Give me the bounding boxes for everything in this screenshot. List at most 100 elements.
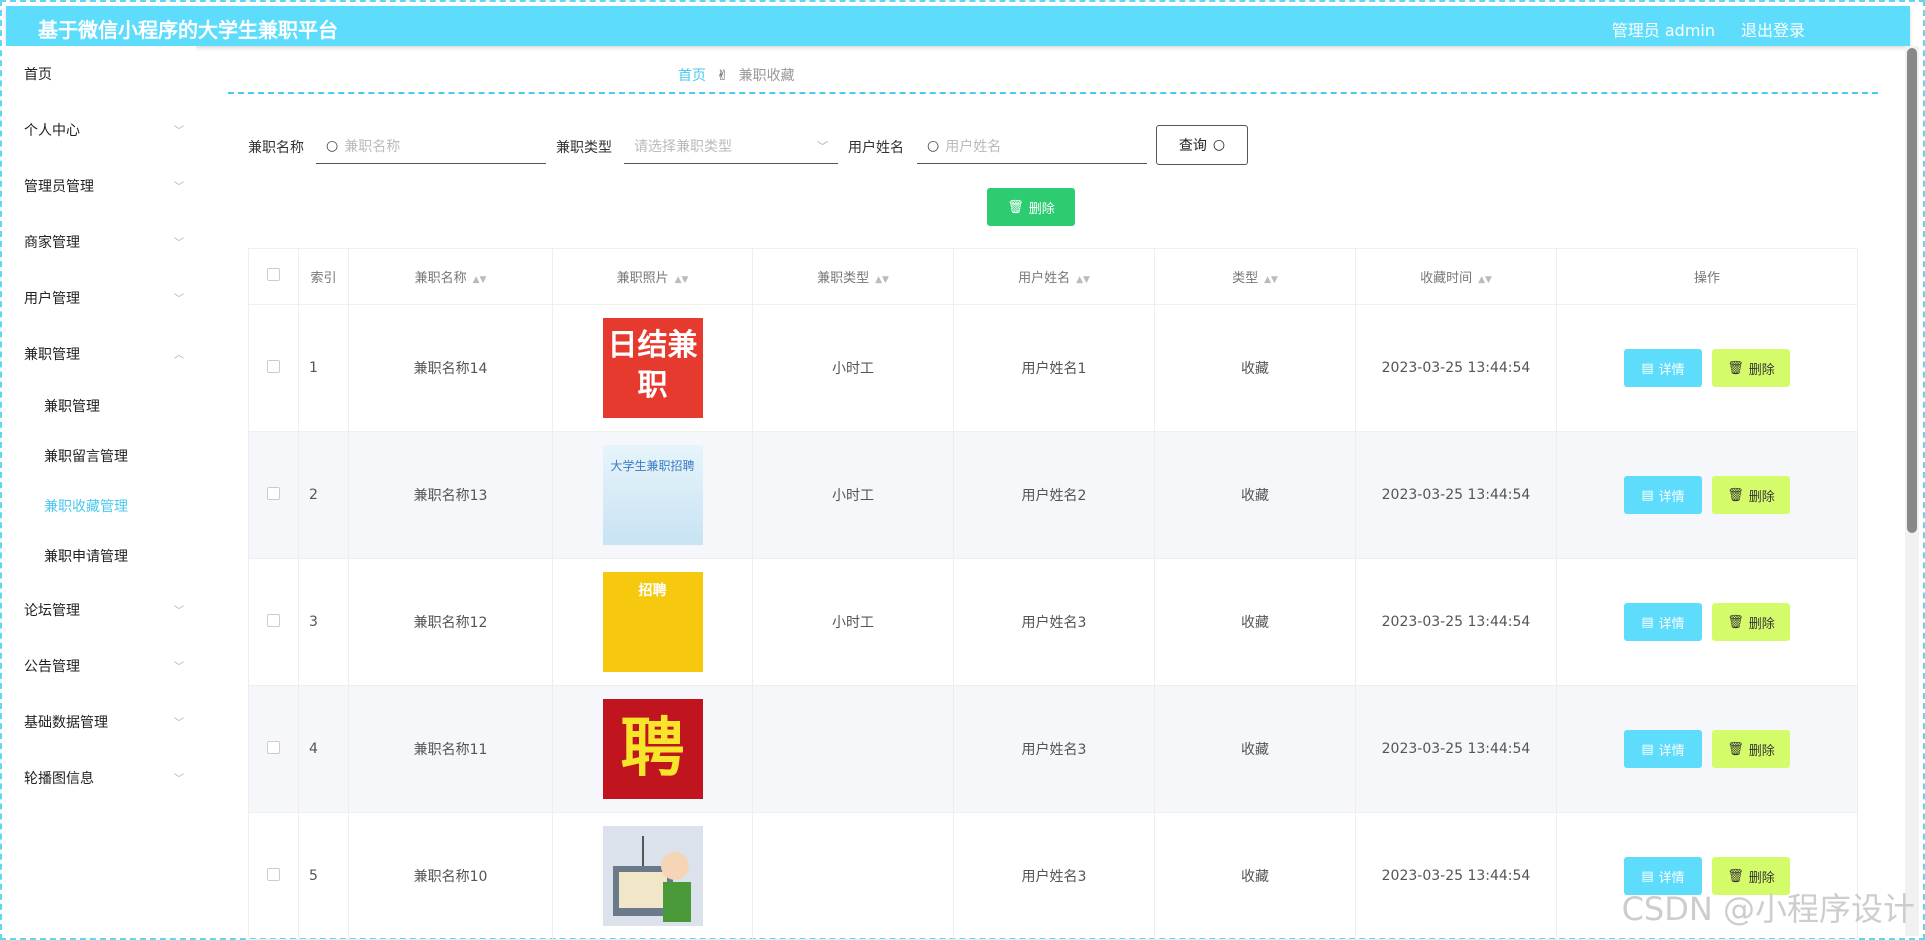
sort-icon[interactable]: ▲▼ bbox=[473, 275, 487, 285]
header-actions: 操作 bbox=[1556, 248, 1858, 305]
sidebar-subitem-job-comments[interactable]: 兼职留言管理 bbox=[44, 446, 128, 466]
row-name: 兼职名称11 bbox=[348, 685, 553, 813]
delete-button[interactable]: 🗑 删除 bbox=[1712, 730, 1790, 768]
sidebar-subitem-jobs[interactable]: 兼职管理 bbox=[44, 396, 100, 416]
job-photo[interactable] bbox=[602, 826, 703, 926]
sidebar-item-users[interactable]: 用户管理 ﹀ bbox=[24, 288, 194, 308]
sidebar-item-label: 公告管理 bbox=[24, 659, 80, 675]
chevron-down-icon: ﹀ bbox=[817, 139, 828, 153]
sort-icon[interactable]: ▲▼ bbox=[1264, 275, 1278, 285]
sort-icon[interactable]: ▲▼ bbox=[875, 275, 889, 285]
sidebar-item-personal[interactable]: 个人中心 ﹀ bbox=[24, 120, 194, 140]
sidebar-item-base-data[interactable]: 基础数据管理 ﹀ bbox=[24, 712, 194, 732]
sidebar-subitem-job-applications[interactable]: 兼职申请管理 bbox=[44, 546, 128, 566]
row-time: 2023-03-25 13:44:54 bbox=[1355, 685, 1557, 813]
detail-button[interactable]: ▤ 详情 bbox=[1624, 476, 1702, 514]
row-kind: 收藏 bbox=[1154, 685, 1356, 813]
row-photo-cell: 聘 bbox=[552, 685, 753, 813]
row-checkbox[interactable] bbox=[267, 740, 280, 754]
sidebar-item-label: 轮播图信息 bbox=[24, 771, 94, 787]
sidebar: 首页 个人中心 ﹀ 管理员管理 ﹀ 商家管理 ﹀ 用户管理 ﹀ 兼职管理 ︿ 兼职管理 兼… bbox=[6, 46, 196, 936]
query-button[interactable]: 查询 ○ bbox=[1156, 125, 1248, 165]
watermark: CSDN @小程序设计 bbox=[1621, 890, 1915, 928]
name-search-placeholder: 兼职名称 bbox=[344, 138, 401, 155]
detail-button[interactable]: ▤ 详情 bbox=[1624, 730, 1702, 768]
row-actions: ▤ 详情 🗑 删除 bbox=[1556, 304, 1858, 432]
table-row: 2 兼职名称13 大学生兼职招聘 小时工 用户姓名2 收藏 2023-03-25… bbox=[248, 431, 1858, 559]
job-photo-text: 招聘 bbox=[638, 583, 667, 599]
detail-button[interactable]: ▤ 详情 bbox=[1624, 603, 1702, 641]
logout-button[interactable]: 退出登录 bbox=[1741, 17, 1805, 41]
breadcrumb-home[interactable]: 首页 bbox=[678, 68, 706, 84]
sidebar-item-carousel[interactable]: 轮播图信息 ﹀ bbox=[24, 768, 194, 788]
sort-icon[interactable]: ▲▼ bbox=[675, 275, 689, 285]
chevron-down-icon: ﹀ bbox=[174, 718, 184, 729]
header-photo[interactable]: 兼职照片 ▲▼ bbox=[552, 248, 753, 305]
name-search-input[interactable]: ○ 兼职名称 bbox=[316, 128, 546, 164]
row-checkbox[interactable] bbox=[267, 867, 280, 881]
sidebar-item-home[interactable]: 首页 bbox=[24, 64, 194, 84]
sidebar-item-merchants[interactable]: 商家管理 ﹀ bbox=[24, 232, 194, 252]
row-type: 小时工 bbox=[752, 304, 954, 432]
job-photo[interactable]: 招聘 bbox=[602, 572, 703, 672]
row-actions: ▤ 详情 🗑 删除 bbox=[1556, 558, 1858, 686]
chevron-down-icon: ﹀ bbox=[174, 662, 184, 673]
favorites-table: 索引 兼职名称 ▲▼ 兼职照片 ▲▼ 兼职类型 ▲▼ 用户姓名 ▲▼ 类型 ▲▼ 收藏时间… bbox=[248, 248, 1858, 940]
sidebar-subitem-job-favorites[interactable]: 兼职收藏管理 bbox=[44, 496, 128, 516]
trash-icon: 🗑 bbox=[1727, 868, 1744, 884]
sidebar-item-jobs[interactable]: 兼职管理 ︿ bbox=[24, 344, 194, 364]
table-row: 5 兼职名称10 用户姓名3 收藏 2023-03-25 13:44:54 ▤ 详… bbox=[248, 812, 1858, 940]
bulk-delete-button[interactable]: 🗑 删除 bbox=[987, 188, 1075, 226]
document-icon: ▤ bbox=[1641, 614, 1654, 630]
row-checkbox[interactable] bbox=[267, 613, 280, 627]
row-checkbox[interactable] bbox=[267, 359, 280, 373]
header-type[interactable]: 兼职类型 ▲▼ bbox=[752, 248, 954, 305]
delete-button[interactable]: 🗑 删除 bbox=[1712, 349, 1790, 387]
header-name[interactable]: 兼职名称 ▲▼ bbox=[348, 248, 553, 305]
header-label: 兼职名称 bbox=[414, 271, 467, 286]
header-label: 收藏时间 bbox=[1420, 271, 1473, 286]
row-name: 兼职名称14 bbox=[348, 304, 553, 432]
header-user[interactable]: 用户姓名 ▲▼ bbox=[953, 248, 1155, 305]
delete-button[interactable]: 🗑 删除 bbox=[1712, 476, 1790, 514]
table-row: 4 兼职名称11 聘 用户姓名3 收藏 2023-03-25 13:44:54 … bbox=[248, 685, 1858, 813]
detail-button[interactable]: ▤ 详情 bbox=[1624, 349, 1702, 387]
type-select[interactable]: 请选择兼职类型 ﹀ bbox=[624, 128, 838, 164]
table-header-row: 索引 兼职名称 ▲▼ 兼职照片 ▲▼ 兼职类型 ▲▼ 用户姓名 ▲▼ 类型 ▲▼ 收藏时间… bbox=[248, 248, 1858, 305]
row-time: 2023-03-25 13:44:54 bbox=[1355, 431, 1557, 559]
row-kind: 收藏 bbox=[1154, 812, 1356, 940]
sidebar-item-admins[interactable]: 管理员管理 ﹀ bbox=[24, 176, 194, 196]
row-user: 用户姓名3 bbox=[953, 685, 1155, 813]
user-search-placeholder: 用户姓名 bbox=[945, 138, 1002, 155]
row-user: 用户姓名3 bbox=[953, 558, 1155, 686]
row-photo-cell: 日结兼职 bbox=[552, 304, 753, 432]
user-search-input[interactable]: ○ 用户姓名 bbox=[917, 128, 1147, 164]
select-all-checkbox[interactable] bbox=[267, 268, 280, 281]
header-time[interactable]: 收藏时间 ▲▼ bbox=[1355, 248, 1557, 305]
job-photo[interactable]: 日结兼职 bbox=[602, 318, 703, 418]
row-index: 2 bbox=[298, 431, 349, 559]
header-kind[interactable]: 类型 ▲▼ bbox=[1154, 248, 1356, 305]
divider bbox=[228, 92, 1878, 94]
row-checkbox-cell bbox=[248, 431, 299, 559]
sort-icon[interactable]: ▲▼ bbox=[1076, 275, 1090, 285]
row-checkbox[interactable] bbox=[267, 486, 280, 500]
search-icon: ○ bbox=[1212, 137, 1226, 153]
job-photo[interactable]: 大学生兼职招聘 bbox=[602, 445, 703, 545]
row-index: 5 bbox=[298, 812, 349, 940]
job-photo[interactable]: 聘 bbox=[602, 699, 703, 799]
delete-button[interactable]: 🗑 删除 bbox=[1712, 603, 1790, 641]
sort-icon[interactable]: ▲▼ bbox=[1478, 275, 1492, 285]
query-button-label: 查询 bbox=[1178, 138, 1207, 154]
scrollbar-thumb[interactable] bbox=[1907, 48, 1917, 533]
row-checkbox-cell bbox=[248, 304, 299, 432]
row-actions: ▤ 详情 🗑 删除 bbox=[1556, 685, 1858, 813]
delete-label: 删除 bbox=[1748, 743, 1775, 759]
row-type bbox=[752, 812, 954, 940]
row-index: 3 bbox=[298, 558, 349, 686]
sidebar-item-forum[interactable]: 论坛管理 ﹀ bbox=[24, 600, 194, 620]
app-title: 基于微信小程序的大学生兼职平台 bbox=[38, 18, 338, 42]
sidebar-item-notices[interactable]: 公告管理 ﹀ bbox=[24, 656, 194, 676]
delete-label: 删除 bbox=[1748, 616, 1775, 632]
row-index: 4 bbox=[298, 685, 349, 813]
